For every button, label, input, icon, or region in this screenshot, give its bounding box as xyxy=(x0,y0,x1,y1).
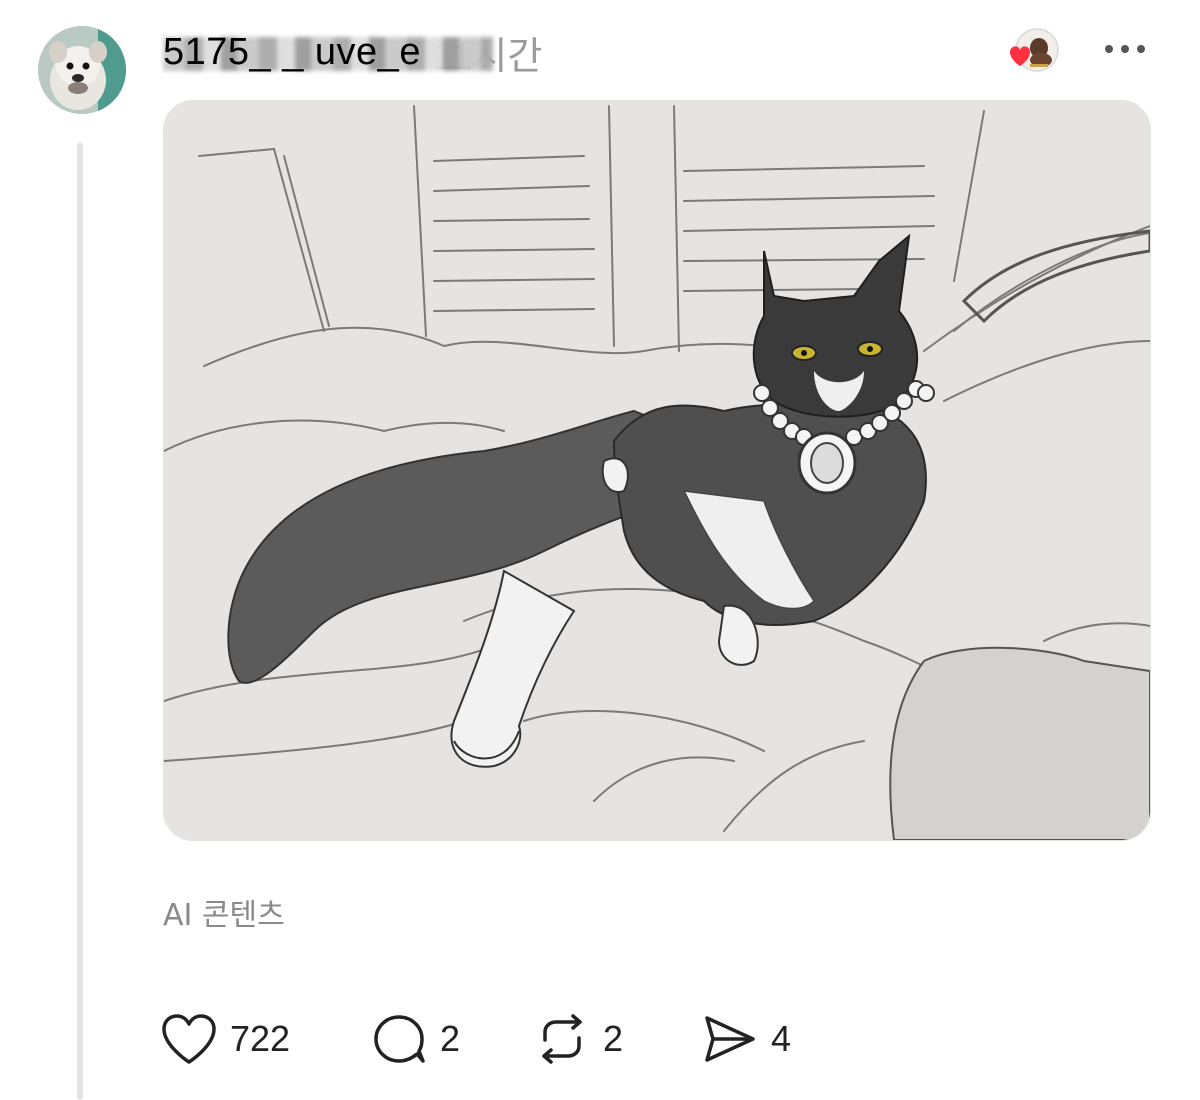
heart-icon xyxy=(162,1014,216,1064)
thread-line xyxy=(77,142,83,1100)
author-username[interactable]: 5175_ _ uve_e xyxy=(163,30,493,74)
share-button[interactable]: 4 xyxy=(701,1012,791,1066)
repost-count: 2 xyxy=(603,1018,624,1059)
send-icon xyxy=(705,1016,755,1062)
like-button[interactable]: 722 xyxy=(160,1012,370,1066)
post-header: 5175_ _ uve_e 11시간 xyxy=(163,24,542,80)
reply-button[interactable]: 2 xyxy=(370,1012,533,1066)
liked-by-avatar[interactable] xyxy=(1004,26,1060,82)
like-count: 722 xyxy=(230,1018,291,1059)
username-text: 5175_ _ uve_e xyxy=(163,30,421,73)
ai-content-label: AI 콘텐츠 xyxy=(163,898,285,933)
comment-icon xyxy=(374,1015,425,1063)
repost-button[interactable]: 2 xyxy=(533,1012,701,1066)
repost-icon xyxy=(542,1014,582,1064)
post-actions: 722 2 2 4 xyxy=(160,1012,791,1066)
share-count: 4 xyxy=(771,1018,792,1059)
reply-count: 2 xyxy=(440,1018,461,1059)
post-image[interactable] xyxy=(163,100,1151,841)
author-avatar[interactable] xyxy=(38,26,126,114)
more-options-icon[interactable] xyxy=(1100,34,1150,64)
